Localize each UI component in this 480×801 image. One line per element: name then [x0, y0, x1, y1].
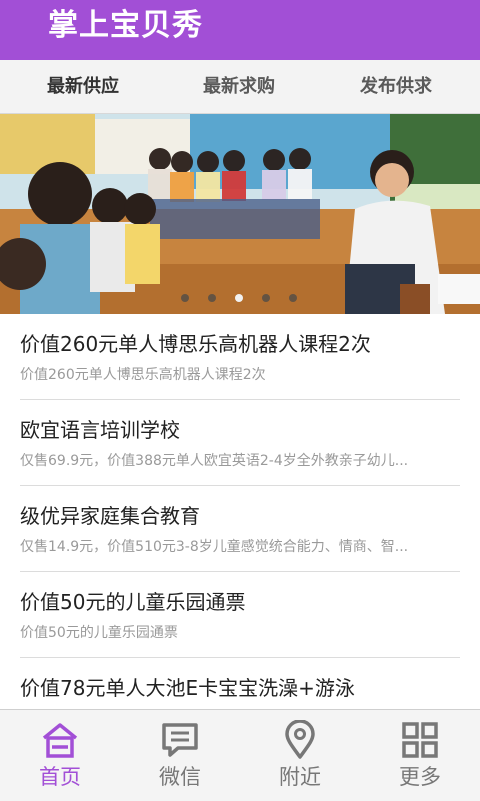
- list-item-subtitle: 价值260元单人博思乐高机器人课程2次: [20, 367, 266, 383]
- carousel-dot[interactable]: [289, 294, 297, 302]
- tab-latest-purchase[interactable]: 最新求购: [161, 60, 317, 113]
- nav-more[interactable]: 更多: [360, 710, 480, 801]
- nav-wechat[interactable]: 微信: [120, 710, 240, 801]
- chat-icon: [162, 723, 198, 757]
- app-title: 掌上宝贝秀: [48, 8, 203, 43]
- tab-bar: 最新供应 最新求购 发布供求: [0, 60, 480, 171]
- list-item-subtitle: 仅售14.9元，价值510元3-8岁儿童感觉统合能力、情商、智...: [20, 539, 409, 555]
- nav-home-label: 首页: [39, 765, 81, 789]
- app-header: 掌上宝贝秀: [0, 0, 480, 60]
- carousel-dot[interactable]: [181, 294, 189, 302]
- list-item[interactable]: 欧宜语言培训学校 仅售69.9元，价值388元单人欧宜英语2-4岁全外教亲子幼儿…: [20, 400, 460, 486]
- list-item[interactable]: 价值260元单人博思乐高机器人课程2次 价值260元单人博思乐高机器人课程2次: [20, 314, 460, 400]
- carousel-dot[interactable]: [208, 294, 216, 302]
- list-item[interactable]: 价值50元的儿童乐园通票 价值50元的儿童乐园通票: [20, 572, 460, 658]
- list-item[interactable]: 级优异家庭集合教育 仅售14.9元，价值510元3-8岁儿童感觉统合能力、情商、…: [20, 486, 460, 572]
- nav-nearby[interactable]: 附近: [240, 710, 360, 801]
- nav-wechat-label: 微信: [159, 765, 201, 789]
- tab-latest-supply[interactable]: 最新供应: [5, 60, 161, 113]
- list-item-subtitle: 仅售69.9元，价值388元单人欧宜英语2-4岁全外教亲子幼儿...: [20, 453, 409, 469]
- supply-list: 价值260元单人博思乐高机器人课程2次 价值260元单人博思乐高机器人课程2次 …: [0, 314, 480, 743]
- banner-image: [0, 114, 480, 314]
- nav-more-label: 更多: [399, 765, 441, 789]
- location-pin-icon: [285, 720, 315, 759]
- carousel-dot[interactable]: [262, 294, 270, 302]
- nav-home[interactable]: 首页: [0, 710, 120, 801]
- home-icon: [42, 723, 78, 758]
- nav-nearby-label: 附近: [279, 765, 321, 789]
- banner-carousel[interactable]: [0, 114, 480, 314]
- carousel-dot-active[interactable]: [235, 294, 243, 302]
- bottom-nav: 首页 微信 附近 更多: [0, 709, 480, 801]
- list-item-title: 级优异家庭集合教育: [20, 504, 200, 528]
- list-item-subtitle: 价值50元的儿童乐园通票: [20, 625, 178, 641]
- carousel-indicator: [0, 292, 480, 304]
- grid-icon: [402, 722, 438, 758]
- list-item-title: 欧宜语言培训学校: [20, 418, 180, 442]
- list-item-title: 价值50元的儿童乐园通票: [20, 590, 246, 614]
- tab-publish-request[interactable]: 发布供求: [317, 60, 475, 113]
- list-item-title: 价值260元单人博思乐高机器人课程2次: [20, 332, 371, 356]
- list-item-title: 价值78元单人大池E卡宝宝洗澡+游泳: [20, 676, 355, 700]
